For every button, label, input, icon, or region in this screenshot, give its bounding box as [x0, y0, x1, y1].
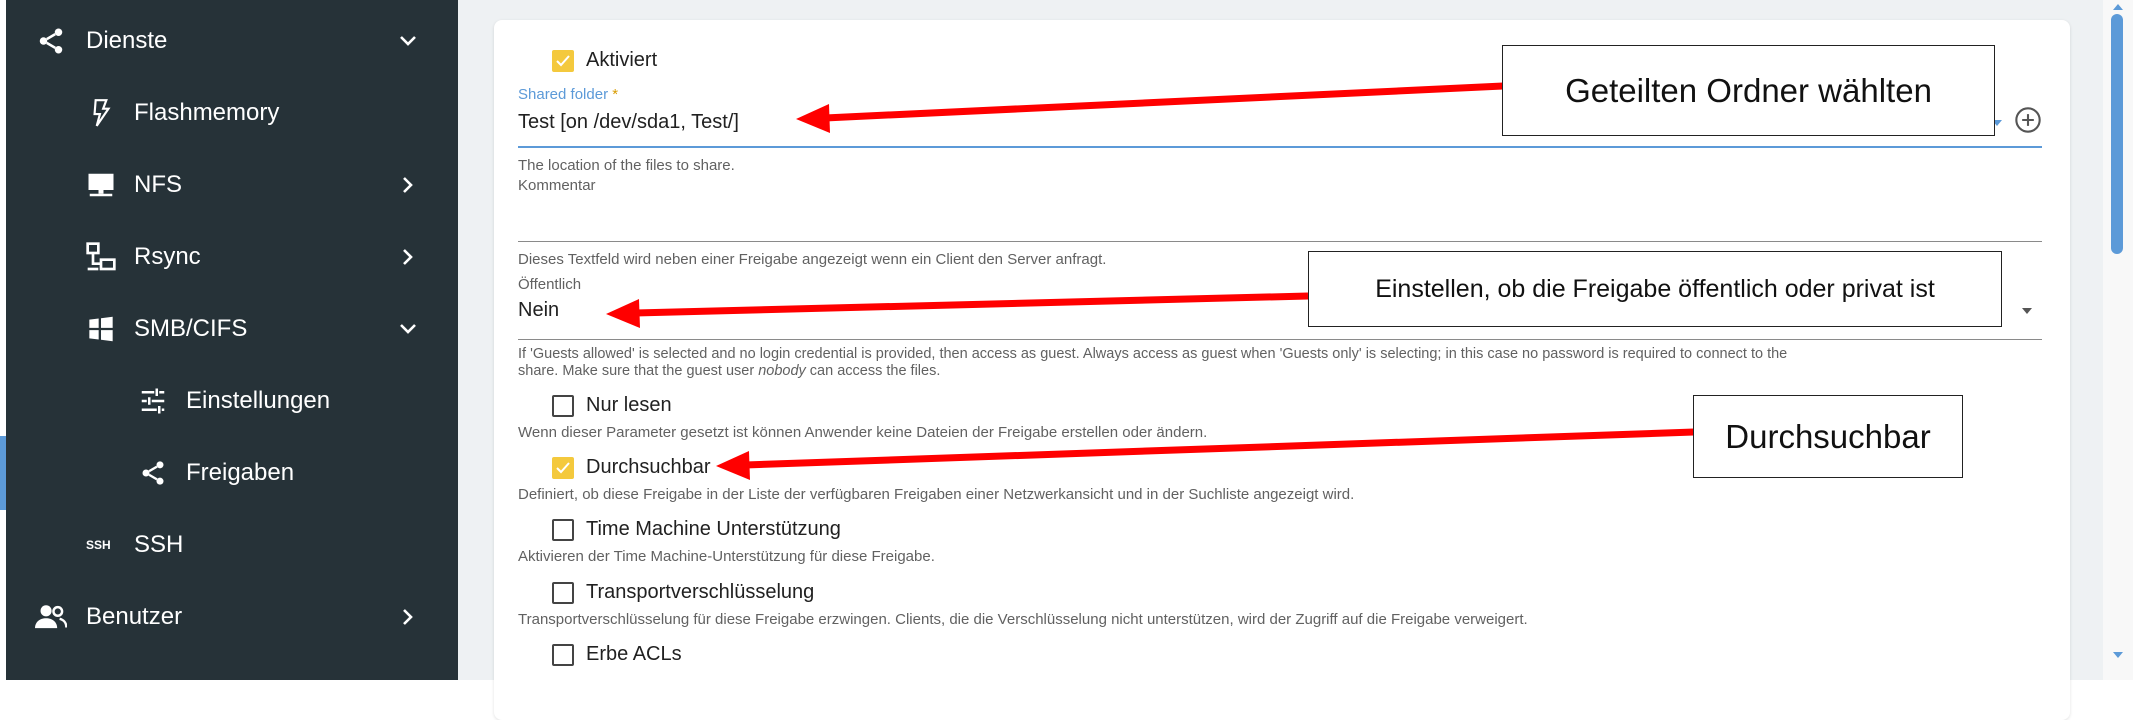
- monitor-icon: [84, 168, 118, 202]
- network-icon: [84, 240, 118, 274]
- shared-folder-select[interactable]: Test [on /dev/sda1, Test/]: [518, 111, 739, 134]
- scrollbar[interactable]: [2103, 0, 2133, 680]
- sidebar-item-label: Rsync: [134, 243, 201, 270]
- sidebar-item-label: Flashmemory: [134, 99, 280, 126]
- enabled-label: Aktiviert: [586, 49, 658, 71]
- sidebar-item-rsync[interactable]: Rsync: [6, 224, 458, 290]
- shared-folder-underline: [518, 146, 2042, 148]
- callout-public: Einstellen, ob die Freigabe öffentlich o…: [1308, 251, 2002, 327]
- dropdown-arrow-icon[interactable]: [2020, 306, 2034, 316]
- sidebar-item-benutzer[interactable]: Benutzer: [6, 584, 458, 650]
- time-machine-label: Time Machine Unterstützung: [586, 518, 841, 540]
- public-hint-line2: share. Make sure that the guest user nob…: [518, 363, 941, 379]
- chevron-right-icon: [403, 249, 413, 265]
- share-icon: [34, 24, 68, 58]
- time-machine-hint: Aktivieren der Time Machine-Unterstützun…: [518, 548, 935, 565]
- browseable-label: Durchsuchbar: [586, 456, 711, 478]
- comment-hint: Dieses Textfeld wird neben einer Freigab…: [518, 251, 1107, 268]
- flash-icon: [84, 96, 118, 130]
- sidebar-item-dienste[interactable]: Dienste: [6, 8, 458, 74]
- comment-label: Kommentar: [518, 177, 596, 194]
- sidebar-item-flashmemory[interactable]: Flashmemory: [6, 80, 458, 146]
- sidebar-item-nfs[interactable]: NFS: [6, 152, 458, 218]
- chevron-down-icon: [400, 324, 416, 334]
- sidebar-item-label: Benutzer: [86, 603, 183, 630]
- transport-encryption-hint: Transportverschlüsselung für diese Freig…: [518, 611, 1528, 628]
- users-icon: [34, 600, 68, 634]
- chevron-down-icon: [400, 36, 416, 46]
- sidebar-item-label: Freigaben: [186, 459, 295, 486]
- sidebar-item-smb-cifs[interactable]: SMB/CIFS: [6, 296, 458, 362]
- browseable-hint: Definiert, ob diese Freigabe in der List…: [518, 486, 1355, 503]
- sidebar-item-label: Einstellungen: [186, 387, 331, 414]
- callout-browseable: Durchsuchbar: [1693, 395, 1963, 478]
- add-circle-icon[interactable]: [2014, 106, 2042, 134]
- public-label: Öffentlich: [518, 276, 582, 293]
- time-machine-checkbox[interactable]: [552, 519, 574, 541]
- public-select[interactable]: Nein: [518, 299, 559, 322]
- windows-icon: [84, 312, 118, 346]
- tune-icon: [136, 384, 170, 418]
- scroll-up-icon[interactable]: [2111, 2, 2125, 12]
- enabled-checkbox[interactable]: [552, 50, 574, 72]
- browseable-checkbox[interactable]: [552, 457, 574, 479]
- scrollbar-thumb[interactable]: [2111, 14, 2123, 254]
- chevron-right-icon: [403, 609, 413, 625]
- shared-folder-label: Shared folder *: [518, 86, 619, 103]
- shared-folder-hint: The location of the files to share.: [518, 157, 735, 174]
- ssh-icon: SSH: [86, 538, 111, 552]
- callout-shared-folder: Geteilten Ordner wählten: [1502, 45, 1995, 136]
- comment-underline: [518, 241, 2042, 242]
- read-only-label: Nur lesen: [586, 394, 672, 416]
- public-underline: [518, 339, 2042, 340]
- inherit-acls-checkbox[interactable]: [552, 644, 574, 666]
- sidebar-item-label: NFS: [134, 171, 182, 198]
- read-only-checkbox[interactable]: [552, 395, 574, 417]
- sidebar-item-einstellungen[interactable]: Einstellungen: [6, 368, 458, 434]
- sidebar: Dienste Flashmemory NFS Rsync SMB/CIFS E: [0, 0, 458, 680]
- sidebar-item-freigaben[interactable]: Freigaben: [0, 436, 458, 510]
- sidebar-item-label: SSH: [134, 531, 184, 558]
- share-icon: [136, 456, 170, 490]
- sidebar-item-label: Dienste: [86, 27, 168, 54]
- transport-encryption-label: Transportverschlüsselung: [586, 581, 815, 603]
- inherit-acls-label: Erbe ACLs: [586, 643, 682, 665]
- scroll-down-icon[interactable]: [2111, 650, 2125, 660]
- transport-encryption-checkbox[interactable]: [552, 582, 574, 604]
- sidebar-item-label: SMB/CIFS: [134, 315, 248, 342]
- sidebar-item-ssh[interactable]: SSH SSH: [6, 512, 458, 578]
- public-hint-line1: If 'Guests allowed' is selected and no l…: [518, 346, 1788, 362]
- chevron-right-icon: [403, 177, 413, 193]
- read-only-hint: Wenn dieser Parameter gesetzt ist können…: [518, 424, 1208, 441]
